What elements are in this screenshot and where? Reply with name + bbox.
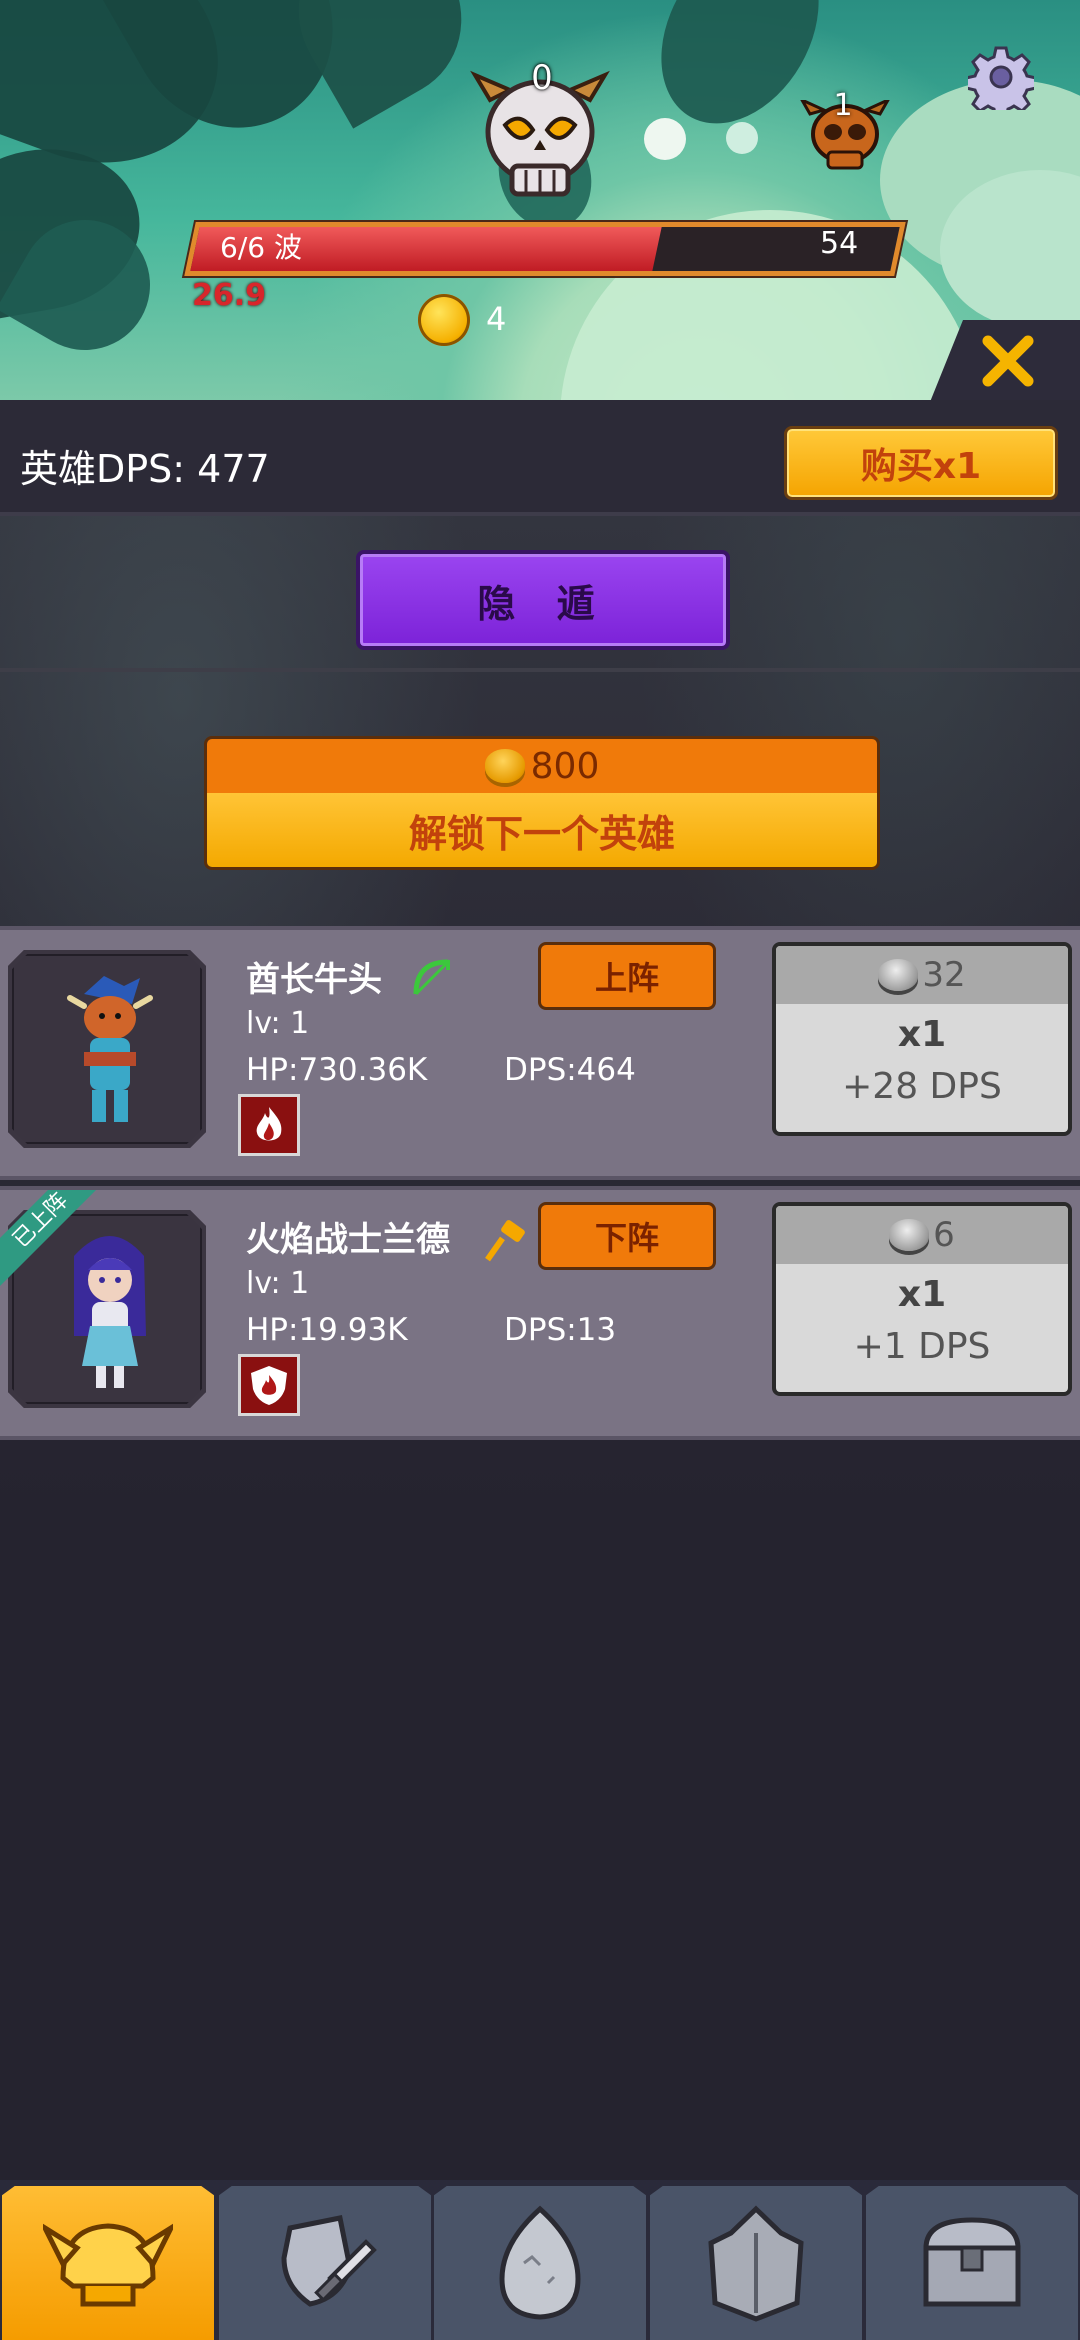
upgrade-multiplier: x1 xyxy=(897,1274,947,1315)
wave-label: 6/6 波 xyxy=(220,231,302,264)
hero-hp: HP:19.93K xyxy=(246,1312,408,1348)
settings-button[interactable] xyxy=(968,44,1034,110)
tab-eggs[interactable] xyxy=(434,2186,646,2340)
upgrade-dps-gain: +28 DPS xyxy=(842,1066,1002,1107)
fire-shield-icon xyxy=(238,1354,300,1416)
battle-scene: 0 1 6/6 波 54 26.9 4 xyxy=(0,0,1080,400)
hero-name: 酋长牛头 xyxy=(246,960,382,1000)
upgrade-dps-gain: +1 DPS xyxy=(853,1326,991,1367)
silver-coin-icon xyxy=(889,1219,930,1251)
hero-row: 已上阵 火焰战士兰德 下阵 lv: 1 HP:19.93K DPS:13 6 x… xyxy=(0,1186,1080,1440)
minotaur-hero-avatar xyxy=(67,976,153,1122)
wave-timer: 26.9 xyxy=(192,278,267,313)
upgrade-hero-button[interactable]: 6 x1 +1 DPS xyxy=(772,1202,1072,1396)
hero-hp: HP:730.36K xyxy=(246,1052,428,1088)
upgrade-multiplier: x1 xyxy=(897,1014,947,1055)
fire-icon xyxy=(238,1094,300,1156)
hero-dps: DPS:464 xyxy=(504,1052,636,1088)
upgrade-cost-bar: 32 xyxy=(776,946,1068,1004)
upgrade-cost-bar: 6 xyxy=(776,1206,1068,1264)
hero-row: 酋长牛头 上阵 lv: 1 HP:730.36K DPS:464 32 x1 +… xyxy=(0,926,1080,1180)
gear-icon xyxy=(968,46,1034,110)
wave-dot xyxy=(726,122,758,154)
bow-icon xyxy=(413,959,450,996)
tab-treasure[interactable] xyxy=(866,2186,1078,2340)
skull-count: 0 xyxy=(531,58,553,98)
upgrade-hero-button[interactable]: 32 x1 +28 DPS xyxy=(772,942,1072,1136)
egg-icon xyxy=(499,2205,581,2320)
tab-armor[interactable] xyxy=(650,2186,862,2340)
hero-level: lv: 1 xyxy=(246,1266,310,1301)
tab-heroes[interactable] xyxy=(2,2186,214,2340)
buy-multiplier-button[interactable]: 购买x1 xyxy=(784,426,1058,500)
boss-count: 1 xyxy=(833,88,853,123)
hero-portrait[interactable] xyxy=(8,950,206,1148)
stealth-button[interactable]: 隐 遁 xyxy=(356,550,730,650)
upgrade-cost: 6 xyxy=(933,1215,955,1255)
tab-equipment[interactable] xyxy=(219,2186,431,2340)
upgrade-cost: 32 xyxy=(922,955,966,995)
shield-sword-icon xyxy=(281,2215,377,2307)
unlock-cost: 800 xyxy=(530,745,600,787)
wave-dot xyxy=(644,118,686,160)
deployed-ribbon-label: 已上阵 xyxy=(0,1190,107,1287)
treasure-chest-icon xyxy=(923,2217,1021,2307)
hero-name: 火焰战士兰德 xyxy=(246,1220,450,1260)
divider xyxy=(0,668,1080,672)
deploy-button[interactable]: 上阵 xyxy=(538,942,716,1010)
coin-count: 4 xyxy=(486,300,507,338)
unlock-next-hero-button[interactable]: 800 解锁下一个英雄 xyxy=(204,736,880,870)
hero-dps: DPS:13 xyxy=(504,1312,617,1348)
wave-value: 54 xyxy=(820,226,859,261)
close-icon xyxy=(982,335,1034,387)
hero-level: lv: 1 xyxy=(246,1006,310,1041)
undeploy-button[interactable]: 下阵 xyxy=(538,1202,716,1270)
unlock-cost-bar: 800 xyxy=(207,739,877,793)
close-button[interactable] xyxy=(970,326,1046,396)
gold-coin-stack-icon xyxy=(484,749,525,783)
coin-icon xyxy=(418,294,470,346)
silver-coin-icon xyxy=(878,959,919,991)
helmet-icon xyxy=(43,2221,173,2307)
portrait-frame xyxy=(12,954,202,1144)
hammer-icon xyxy=(485,1220,525,1262)
armor-icon xyxy=(708,2205,804,2322)
deployed-ribbon: 已上阵 xyxy=(0,1190,110,1300)
hero-dps-total: 英雄DPS: 477 xyxy=(20,447,270,491)
unlock-label: 解锁下一个英雄 xyxy=(207,793,877,867)
